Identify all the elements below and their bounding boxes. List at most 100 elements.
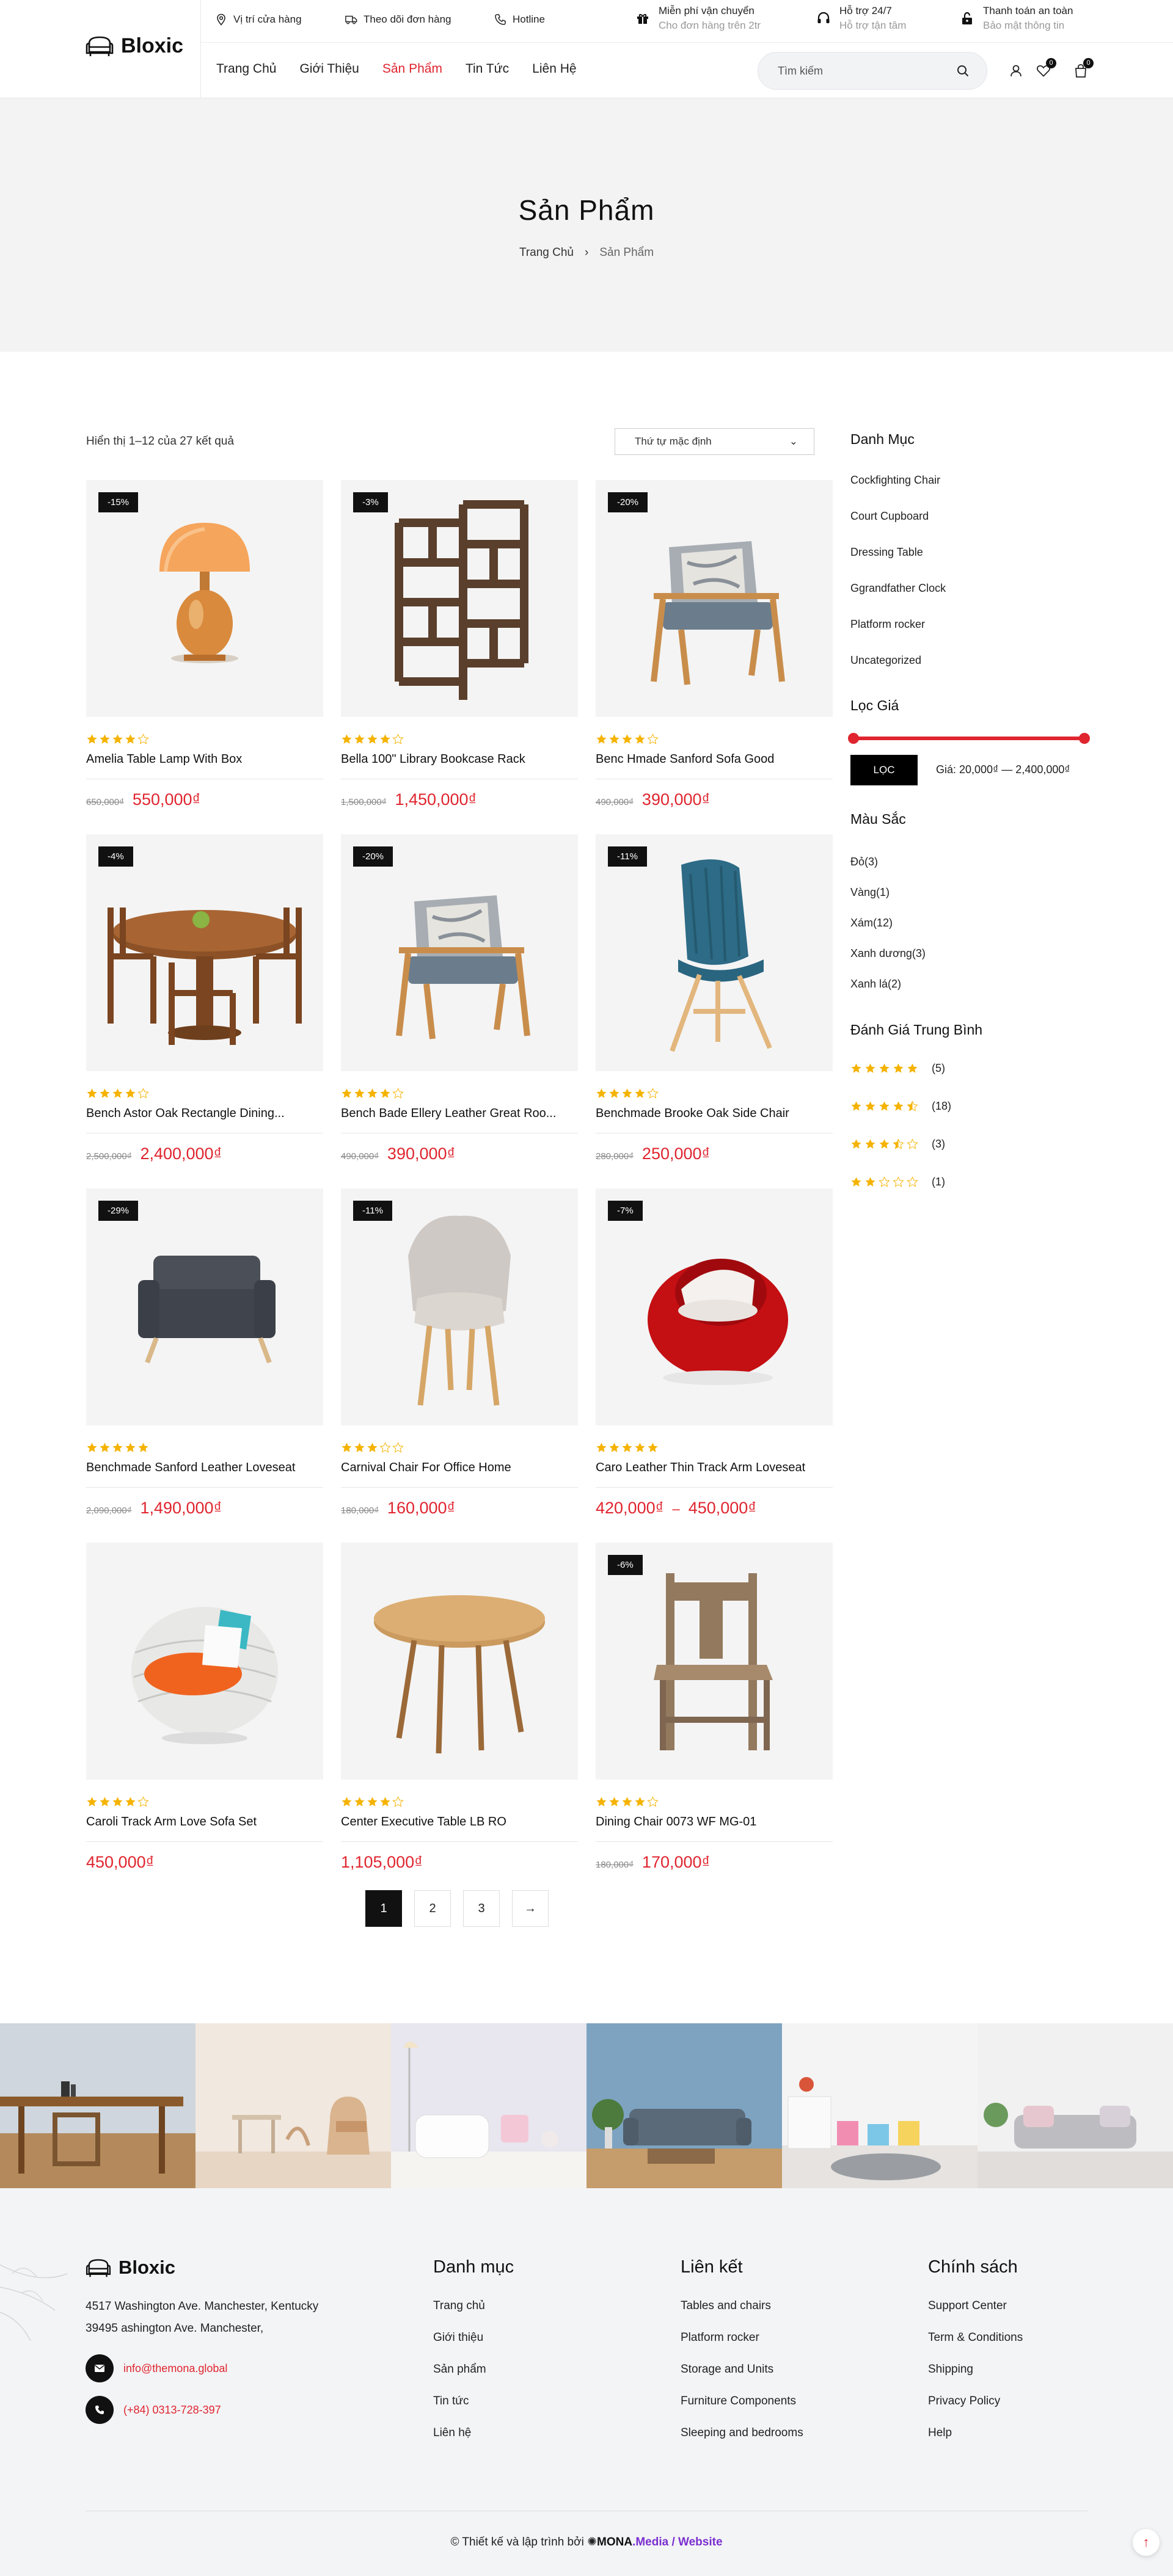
product-name[interactable]: Center Executive Table LB RO xyxy=(341,1815,578,1842)
product-image[interactable]: -6% xyxy=(596,1543,833,1780)
footer-link[interactable]: Storage and Units xyxy=(681,2363,803,2376)
rating-filter-option[interactable]: (5) xyxy=(850,1062,945,1075)
footer-phone-link[interactable]: (+84) 0313-728-397 xyxy=(86,2396,221,2424)
nav-item-2[interactable]: Sản Phẩm xyxy=(382,62,442,76)
gallery-image-blue-living[interactable] xyxy=(586,2023,782,2188)
category-link[interactable]: Ggrandfather Clock xyxy=(850,582,946,595)
product-name[interactable]: Bench Astor Oak Rectangle Dining... xyxy=(86,1107,323,1133)
footer-link[interactable]: Shipping xyxy=(928,2363,1023,2376)
product-name[interactable]: Benchmade Sanford Leather Loveseat xyxy=(86,1461,323,1488)
footer-link[interactable]: Trang chủ xyxy=(433,2299,514,2313)
footer-link[interactable]: Sản phẩm xyxy=(433,2363,514,2376)
product-card[interactable]: Caroli Track Arm Love Sofa Set 450,000₫ xyxy=(86,1543,323,1872)
product-card[interactable]: -4% Bench Astor Oak Rectangle Dining... 2,… xyxy=(86,834,323,1163)
product-card[interactable]: -6% Dining Chair 0073 WF MG-01 180,000₫ 170… xyxy=(596,1543,833,1872)
next-page-button[interactable]: → xyxy=(512,1890,549,1927)
product-name[interactable]: Amelia Table Lamp With Box xyxy=(86,752,323,779)
rating-filter-option[interactable]: (1) xyxy=(850,1176,945,1188)
category-link[interactable]: Dressing Table xyxy=(850,546,923,559)
product-image[interactable]: -11% xyxy=(341,1188,578,1425)
breadcrumb-home-link[interactable]: Trang Chủ xyxy=(519,246,574,260)
account-button[interactable] xyxy=(1008,63,1024,79)
gallery-image-living-1[interactable] xyxy=(196,2023,391,2188)
footer-link[interactable]: Support Center xyxy=(928,2299,1023,2313)
product-image[interactable]: -20% xyxy=(596,480,833,717)
product-name[interactable]: Bella 100" Library Bookcase Rack xyxy=(341,752,578,779)
color-filter-link[interactable]: Xám(12) xyxy=(850,917,893,930)
nav-item-1[interactable]: Giới Thiệu xyxy=(299,62,359,76)
price-range-slider[interactable] xyxy=(848,733,1090,744)
gallery-image-grey-sofa[interactable] xyxy=(978,2023,1173,2188)
category-link[interactable]: Platform rocker xyxy=(850,618,925,631)
filter-button[interactable]: LỌC xyxy=(850,755,918,785)
product-card[interactable]: -20% Benc Hmade Sanford Sofa Good 490,000₫… xyxy=(596,480,833,809)
product-name[interactable]: Benc Hmade Sanford Sofa Good xyxy=(596,752,833,779)
category-link[interactable]: Uncategorized xyxy=(850,654,921,667)
footer-link[interactable]: Platform rocker xyxy=(681,2331,803,2345)
product-image[interactable] xyxy=(341,1543,578,1780)
category-link[interactable]: Court Cupboard xyxy=(850,510,929,523)
price-min-handle[interactable] xyxy=(848,733,859,744)
back-to-top-button[interactable]: ↑ xyxy=(1133,2529,1160,2556)
cart-button[interactable]: 0 xyxy=(1073,58,1094,79)
footer-link[interactable]: Giới thiệu xyxy=(433,2331,514,2345)
product-image[interactable]: -11% xyxy=(596,834,833,1071)
product-image[interactable]: -20% xyxy=(341,834,578,1071)
copyright-brand-suffix[interactable]: .Media / Website xyxy=(632,2536,722,2549)
footer-link[interactable]: Term & Conditions xyxy=(928,2331,1023,2345)
product-image[interactable]: -15% xyxy=(86,480,323,717)
product-card[interactable]: -11% Benchmade Brooke Oak Side Chair 280,0… xyxy=(596,834,833,1163)
price-max-handle[interactable] xyxy=(1079,733,1090,744)
category-link[interactable]: Cockfighting Chair xyxy=(850,474,940,487)
copyright-brand[interactable]: MONA xyxy=(597,2536,632,2549)
product-name[interactable]: Caro Leather Thin Track Arm Loveseat xyxy=(596,1461,833,1488)
page-button-1[interactable]: 1 xyxy=(365,1890,402,1927)
store-location-link[interactable]: Vị trí cửa hàng xyxy=(215,13,302,26)
footer-link[interactable]: Sleeping and bedrooms xyxy=(681,2426,803,2440)
product-image[interactable]: -3% xyxy=(341,480,578,717)
product-image[interactable]: -29% xyxy=(86,1188,323,1425)
product-name[interactable]: Caroli Track Arm Love Sofa Set xyxy=(86,1815,323,1842)
gallery-image-dining[interactable] xyxy=(0,2023,196,2188)
color-filter-link[interactable]: Đỏ(3) xyxy=(850,856,878,868)
gallery-image-playroom[interactable] xyxy=(782,2023,978,2188)
product-image[interactable] xyxy=(86,1543,323,1780)
sort-select[interactable]: Thứ tự mặc định ⌄ xyxy=(615,428,814,455)
product-card[interactable]: -20% Bench Bade Ellery Leather Great Roo.… xyxy=(341,834,578,1163)
product-card[interactable]: Center Executive Table LB RO 1,105,000₫ xyxy=(341,1543,578,1872)
track-order-link[interactable]: Theo dõi đơn hàng xyxy=(345,13,451,26)
color-filter-link[interactable]: Vàng(1) xyxy=(850,886,890,899)
footer-link[interactable]: Liên hệ xyxy=(433,2426,514,2440)
product-card[interactable]: -3% Bella 100" Library Bookcase Rack 1,500… xyxy=(341,480,578,809)
nav-item-0[interactable]: Trang Chủ xyxy=(216,62,276,76)
product-name[interactable]: Dining Chair 0073 WF MG-01 xyxy=(596,1815,833,1842)
footer-link[interactable]: Tables and chairs xyxy=(681,2299,803,2313)
footer-email-link[interactable]: info@themona.global xyxy=(86,2354,227,2382)
product-card[interactable]: -11% Carnival Chair For Office Home 180,00… xyxy=(341,1188,578,1518)
footer-link[interactable]: Furniture Components xyxy=(681,2395,803,2408)
rating-filter-option[interactable]: (3) xyxy=(850,1138,945,1151)
product-image[interactable]: -7% xyxy=(596,1188,833,1425)
product-image[interactable]: -4% xyxy=(86,834,323,1071)
rating-filter-option[interactable]: (18) xyxy=(850,1100,951,1113)
search-icon[interactable] xyxy=(956,64,970,78)
footer-link[interactable]: Tin tức xyxy=(433,2395,514,2408)
product-card[interactable]: -15% Amelia Table Lamp With Box 650,000₫ 55… xyxy=(86,480,323,809)
product-name[interactable]: Bench Bade Ellery Leather Great Roo... xyxy=(341,1107,578,1133)
footer-link[interactable]: Help xyxy=(928,2426,1023,2440)
nav-item-3[interactable]: Tin Tức xyxy=(466,62,509,76)
footer-link[interactable]: Privacy Policy xyxy=(928,2395,1023,2408)
product-card[interactable]: -29% Benchmade Sanford Leather Loveseat 2,… xyxy=(86,1188,323,1518)
color-filter-link[interactable]: Xanh dương(3) xyxy=(850,947,926,960)
product-name[interactable]: Benchmade Brooke Oak Side Chair xyxy=(596,1107,833,1133)
gallery-image-kids[interactable] xyxy=(391,2023,586,2188)
color-filter-link[interactable]: Xanh lá(2) xyxy=(850,978,901,991)
page-button-2[interactable]: 2 xyxy=(414,1890,451,1927)
product-name[interactable]: Carnival Chair For Office Home xyxy=(341,1461,578,1488)
wishlist-button[interactable]: 0 xyxy=(1036,58,1056,79)
hotline-link[interactable]: Hotline xyxy=(494,13,545,26)
page-button-3[interactable]: 3 xyxy=(463,1890,500,1927)
search-input[interactable] xyxy=(778,64,956,78)
site-logo[interactable]: Bloxic xyxy=(86,34,183,58)
nav-item-4[interactable]: Liên Hệ xyxy=(532,62,576,76)
